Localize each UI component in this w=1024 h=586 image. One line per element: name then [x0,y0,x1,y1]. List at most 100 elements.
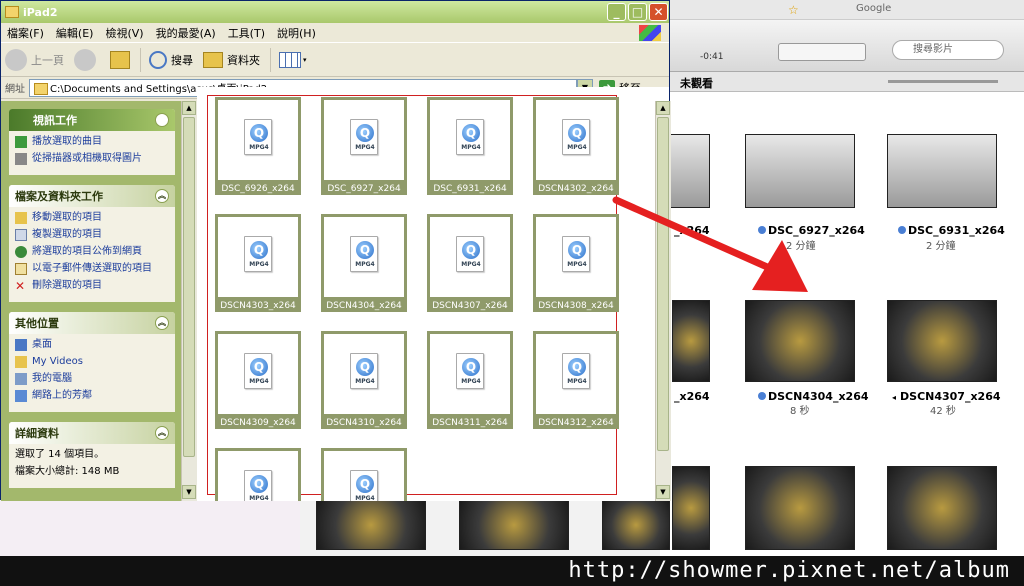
menu-favorites[interactable]: 我的最愛(A) [150,25,222,41]
views-button[interactable]: ▾ [279,51,307,68]
menu-help[interactable]: 說明(H) [271,25,322,41]
close-button[interactable]: ✕ [649,3,668,21]
browser-search-box[interactable]: Google [856,3,891,14]
scroll-up-arrow[interactable]: ▲ [182,101,196,115]
file-item[interactable]: Q MPG4 DSCN4309_x264 [215,331,301,429]
search-label: 搜尋 [171,53,193,67]
section-bar: 未觀看 [660,72,1024,92]
file-item[interactable]: Q MPG4 DSC_6931_x264 [427,97,513,195]
task-publish[interactable]: 將選取的項目公佈到網頁 [15,245,169,259]
folder-icon [5,6,19,18]
place-my-videos[interactable]: My Videos [15,355,169,369]
back-arrow-icon [5,48,27,71]
place-network[interactable]: 網路上的芳鄰 [15,389,169,403]
file-item[interactable]: Q MPG4 [215,448,301,501]
video-thumbnail[interactable] [887,300,997,382]
place-desktop[interactable]: 桌面 [15,338,169,352]
mp4-file-icon: Q MPG4 [350,470,378,501]
mp4-file-icon: Q MPG4 [562,119,590,155]
place-label: 網路上的芳鄰 [32,390,92,401]
menu-edit[interactable]: 編輯(E) [50,25,100,41]
menu-file[interactable]: 檔案(F) [1,25,50,41]
task-email[interactable]: 以電子郵件傳送選取的項目 [15,262,169,276]
view-mode-buttons[interactable] [778,43,866,61]
scroll-thumb[interactable] [183,117,195,457]
quicktime-icon: Q [356,358,374,376]
mp4-file-icon: Q MPG4 [456,119,484,155]
video-thumbnail[interactable] [887,466,997,550]
up-folder-button[interactable] [110,50,130,69]
collapse-icon[interactable]: ︽ [155,426,169,440]
task-label: 刪除選取的項目 [32,280,102,291]
file-item[interactable]: Q MPG4 DSC_6927_x264 [321,97,407,195]
details-header[interactable]: 詳細資料 ︽ [9,422,175,444]
zoom-slider[interactable] [888,80,998,83]
globe-icon [15,246,27,258]
maximize-button[interactable]: □ [628,3,647,21]
file-item[interactable]: Q MPG4 [321,448,407,501]
mp4-file-icon: Q MPG4 [244,470,272,501]
folders-button[interactable]: 資料夾 [203,51,260,68]
task-label: 移動選取的項目 [32,212,102,223]
quicktime-icon: Q [250,475,268,493]
title-bar[interactable]: iPad2 _ □ ✕ [1,1,669,23]
scroll-down-arrow[interactable]: ▼ [656,485,670,499]
collapse-icon[interactable]: ︽ [155,113,169,127]
video-thumbnail[interactable] [459,500,569,550]
file-item[interactable]: Q MPG4 DSCN4304_x264 [321,214,407,312]
video-thumbnail[interactable] [745,466,855,550]
minimize-button[interactable]: _ [607,3,626,21]
details-size: 檔案大小總計: 148 MB [15,466,120,477]
quicktime-icon: Q [250,358,268,376]
star-icon[interactable]: ☆ [788,3,799,17]
task-pane-scrollbar[interactable]: ▲ ▼ [181,101,197,501]
mp4-file-icon: Q MPG4 [244,353,272,389]
back-button[interactable]: 上一頁 [5,48,64,71]
address-label: 網址 [5,84,25,95]
collapse-icon[interactable]: ︽ [155,316,169,330]
section-title: 未觀看 [680,77,713,90]
video-thumbnail[interactable] [672,300,710,382]
task-move[interactable]: 移動選取的項目 [15,211,169,225]
file-badge: MPG4 [461,261,481,268]
file-tasks-header[interactable]: 檔案及資料夾工作 ︽ [9,185,175,207]
task-play[interactable]: 播放選取的曲目 [15,135,169,149]
scroll-up-arrow[interactable]: ▲ [656,101,670,115]
up-folder-icon [110,50,130,69]
video-thumbnail[interactable] [887,134,997,208]
video-thumbnail[interactable] [672,466,710,550]
video-thumbnail[interactable] [602,500,670,550]
file-item[interactable]: Q MPG4 DSCN4302_x264 [533,97,619,195]
video-thumbnail[interactable] [745,300,855,382]
quicktime-icon: Q [356,124,374,142]
mp4-file-icon: Q MPG4 [350,353,378,389]
menu-view[interactable]: 檢視(V) [99,25,149,41]
task-delete[interactable]: ✕ 刪除選取的項目 [15,279,169,293]
file-item[interactable]: Q MPG4 DSCN4308_x264 [533,214,619,312]
file-item[interactable]: Q MPG4 DSCN4310_x264 [321,331,407,429]
forward-button[interactable] [74,48,100,71]
task-copy[interactable]: 複製選取的項目 [15,228,169,242]
search-button[interactable]: 搜尋 [149,50,193,69]
folders-label: 資料夾 [227,53,260,67]
place-my-computer[interactable]: 我的電腦 [15,372,169,386]
menu-tools[interactable]: 工具(T) [222,25,271,41]
file-item[interactable]: Q MPG4 DSCN4312_x264 [533,331,619,429]
file-item[interactable]: Q MPG4 DSC_6926_x264 [215,97,301,195]
folder-icon [15,356,27,368]
panel-title: 詳細資料 [15,427,59,440]
task-scan[interactable]: 從掃描器或相機取得圖片 [15,152,169,166]
scroll-down-arrow[interactable]: ▼ [182,485,196,499]
file-item[interactable]: Q MPG4 DSCN4303_x264 [215,214,301,312]
search-video-input[interactable]: 搜尋影片 [892,40,1004,60]
file-item[interactable]: Q MPG4 DSCN4307_x264 [427,214,513,312]
video-tasks-header[interactable]: 視訊工作 ︽ [9,109,175,131]
chevron-down-icon: ▾ [303,55,307,64]
file-item[interactable]: Q MPG4 DSCN4311_x264 [427,331,513,429]
collapse-icon[interactable]: ︽ [155,189,169,203]
toolbar: 上一頁 搜尋 資料夾 ▾ [1,43,669,77]
file-badge: MPG4 [355,378,375,385]
other-places-header[interactable]: 其他位置 ︽ [9,312,175,334]
video-thumbnail[interactable] [316,500,426,550]
move-icon [15,212,27,224]
